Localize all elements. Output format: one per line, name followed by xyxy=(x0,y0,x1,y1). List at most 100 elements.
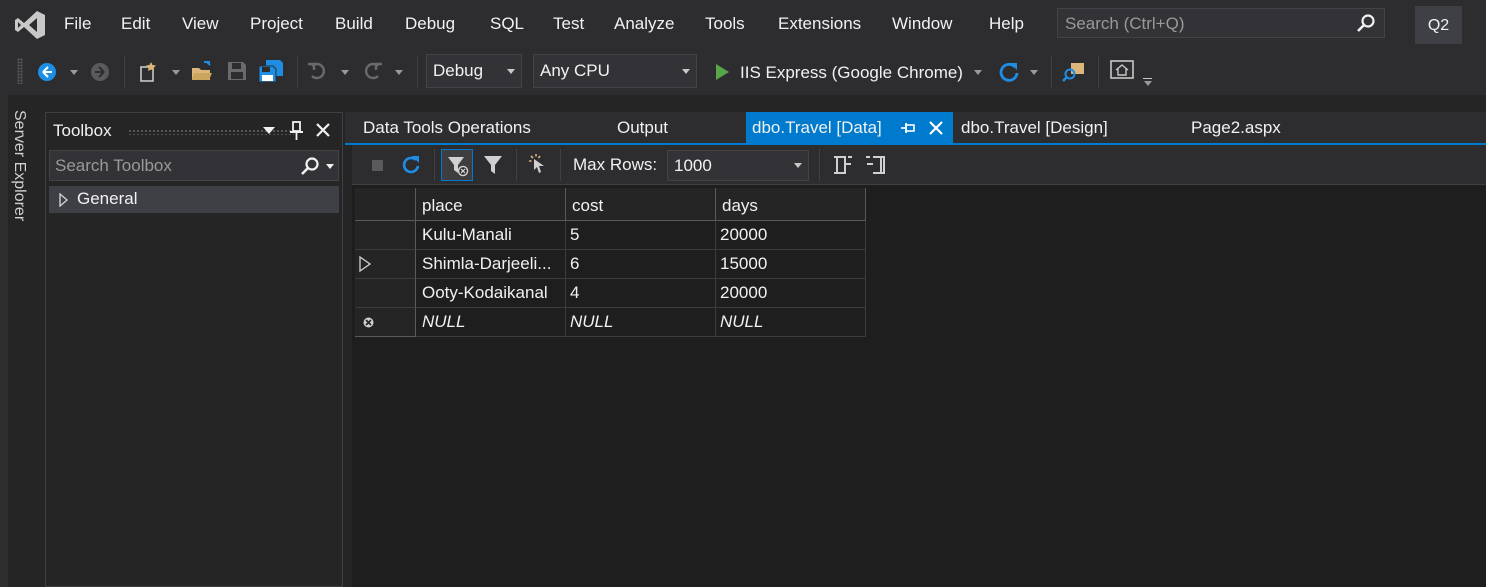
new-project-icon[interactable] xyxy=(137,60,161,84)
tab-dbo-travel-design[interactable]: dbo.Travel [Design] xyxy=(953,112,1173,144)
start-debugging-icon[interactable] xyxy=(714,63,730,81)
row-selector[interactable] xyxy=(355,308,416,337)
toolbar-separator xyxy=(1051,56,1052,88)
menu-help[interactable]: Help xyxy=(989,14,1024,34)
quick-launch-search[interactable]: Search (Ctrl+Q) xyxy=(1057,8,1385,38)
navigate-forward-icon[interactable] xyxy=(90,62,110,82)
solution-badge[interactable]: Q2 xyxy=(1415,6,1462,44)
pin-icon[interactable] xyxy=(900,121,916,135)
apply-filter-button[interactable] xyxy=(441,149,473,181)
menu-bar: File Edit View Project Build Debug SQL T… xyxy=(0,0,1486,50)
tab-label: Output xyxy=(617,118,669,137)
toolbox-search-box[interactable]: Search Toolbox xyxy=(49,150,339,181)
menu-project[interactable]: Project xyxy=(250,14,303,34)
column-header-days[interactable]: days xyxy=(716,188,866,221)
export-data-icon[interactable] xyxy=(865,154,887,176)
export-sql-icon[interactable] xyxy=(831,154,853,176)
cell-value: 15000 xyxy=(720,254,768,273)
menu-build[interactable]: Build xyxy=(335,14,373,34)
menu-edit[interactable]: Edit xyxy=(121,14,150,34)
run-target-dropdown-icon[interactable] xyxy=(974,70,982,75)
table-cell[interactable]: Ooty-Kodaikanal xyxy=(416,279,566,308)
toolbar-grip[interactable] xyxy=(17,58,23,84)
menu-file[interactable]: File xyxy=(64,14,91,34)
row-selector[interactable] xyxy=(355,279,416,308)
search-icon[interactable] xyxy=(300,156,320,176)
menu-tools[interactable]: Tools xyxy=(705,14,745,34)
save-all-icon[interactable] xyxy=(258,59,284,83)
column-header-place[interactable]: place xyxy=(416,188,566,221)
menu-sql[interactable]: SQL xyxy=(490,14,524,34)
toolbar-separator xyxy=(297,56,298,88)
table-cell[interactable]: NULL xyxy=(566,308,716,337)
max-rows-select[interactable]: 1000 xyxy=(667,150,809,181)
column-header-cost[interactable]: cost xyxy=(566,188,716,221)
table-cell[interactable]: Shimla-Darjeeli... xyxy=(416,250,566,279)
open-folder-icon[interactable] xyxy=(190,60,214,84)
refresh-icon[interactable] xyxy=(400,154,422,176)
tab-output[interactable]: Output xyxy=(600,112,745,144)
navigate-back-icon[interactable] xyxy=(37,62,57,82)
tab-label: dbo.Travel [Data] xyxy=(752,118,882,137)
grid-corner-header[interactable] xyxy=(355,188,416,221)
run-target-label[interactable]: IIS Express (Google Chrome) xyxy=(740,63,963,83)
table-cell[interactable]: 15000 xyxy=(716,250,866,279)
toolbar-separator xyxy=(560,149,561,181)
find-in-files-icon[interactable] xyxy=(1062,59,1086,83)
redo-dropdown-icon[interactable] xyxy=(395,70,403,75)
close-icon[interactable] xyxy=(928,120,944,136)
data-editor-toolbar: Max Rows: 1000 xyxy=(352,145,1486,185)
cell-value: Shimla-Darjeeli... xyxy=(422,254,552,273)
table-cell[interactable]: 4 xyxy=(566,279,716,308)
new-project-dropdown-icon[interactable] xyxy=(172,70,180,75)
toolbar-overflow-arrow-icon[interactable] xyxy=(1144,81,1152,86)
filter-icon[interactable] xyxy=(483,154,503,176)
search-input[interactable]: Search (Ctrl+Q) xyxy=(1065,14,1185,34)
table-cell[interactable]: 20000 xyxy=(716,221,866,250)
solution-configuration-select[interactable]: Debug xyxy=(426,54,522,88)
table-cell[interactable]: NULL xyxy=(416,308,566,337)
search-icon[interactable] xyxy=(1356,13,1376,33)
menu-test[interactable]: Test xyxy=(553,14,584,34)
tab-dbo-travel-data[interactable]: dbo.Travel [Data] xyxy=(746,112,953,144)
toolbox-search-input[interactable]: Search Toolbox xyxy=(55,156,172,176)
search-options-dropdown-icon[interactable] xyxy=(326,164,334,169)
menu-window[interactable]: Window xyxy=(892,14,952,34)
menu-debug[interactable]: Debug xyxy=(405,14,455,34)
stop-icon[interactable] xyxy=(372,160,383,171)
undo-icon[interactable] xyxy=(307,60,329,82)
back-dropdown-icon[interactable] xyxy=(70,70,78,75)
cell-value: NULL xyxy=(570,312,614,331)
solution-platform-select[interactable]: Any CPU xyxy=(533,54,697,88)
pin-icon[interactable] xyxy=(289,121,305,141)
table-cell[interactable]: Kulu-Manali xyxy=(416,221,566,250)
undo-dropdown-icon[interactable] xyxy=(341,70,349,75)
table-cell[interactable]: 5 xyxy=(566,221,716,250)
menu-analyze[interactable]: Analyze xyxy=(614,14,674,34)
generate-script-icon[interactable] xyxy=(527,153,549,177)
max-rows-value: 1000 xyxy=(674,156,712,175)
toolbar-overflow-icon[interactable] xyxy=(1143,78,1152,79)
tab-data-tools-operations[interactable]: Data Tools Operations xyxy=(345,112,600,144)
cell-value: 5 xyxy=(570,225,580,244)
browser-link-dropdown-icon[interactable] xyxy=(1030,70,1038,75)
row-selector[interactable] xyxy=(355,221,416,250)
table-cell[interactable]: NULL xyxy=(716,308,866,337)
toolbox-group-general[interactable]: General xyxy=(49,186,339,213)
table-cell[interactable]: 6 xyxy=(566,250,716,279)
table-cell[interactable]: 20000 xyxy=(716,279,866,308)
menu-view[interactable]: View xyxy=(182,14,219,34)
redo-icon[interactable] xyxy=(361,60,383,82)
browser-refresh-icon[interactable] xyxy=(997,60,1021,84)
row-selector[interactable] xyxy=(355,250,416,279)
toolbox-options-icon[interactable] xyxy=(263,127,275,134)
toolbar-separator xyxy=(124,56,125,88)
save-icon[interactable] xyxy=(226,60,248,82)
close-icon[interactable] xyxy=(314,121,332,139)
server-explorer-tab[interactable]: Server Explorer xyxy=(6,110,36,230)
menu-extensions[interactable]: Extensions xyxy=(778,14,861,34)
expand-arrow-icon[interactable] xyxy=(59,193,69,207)
cell-value: NULL xyxy=(422,312,466,331)
tab-page2-aspx[interactable]: Page2.aspx xyxy=(1175,112,1315,144)
browser-home-icon[interactable] xyxy=(1110,59,1134,81)
